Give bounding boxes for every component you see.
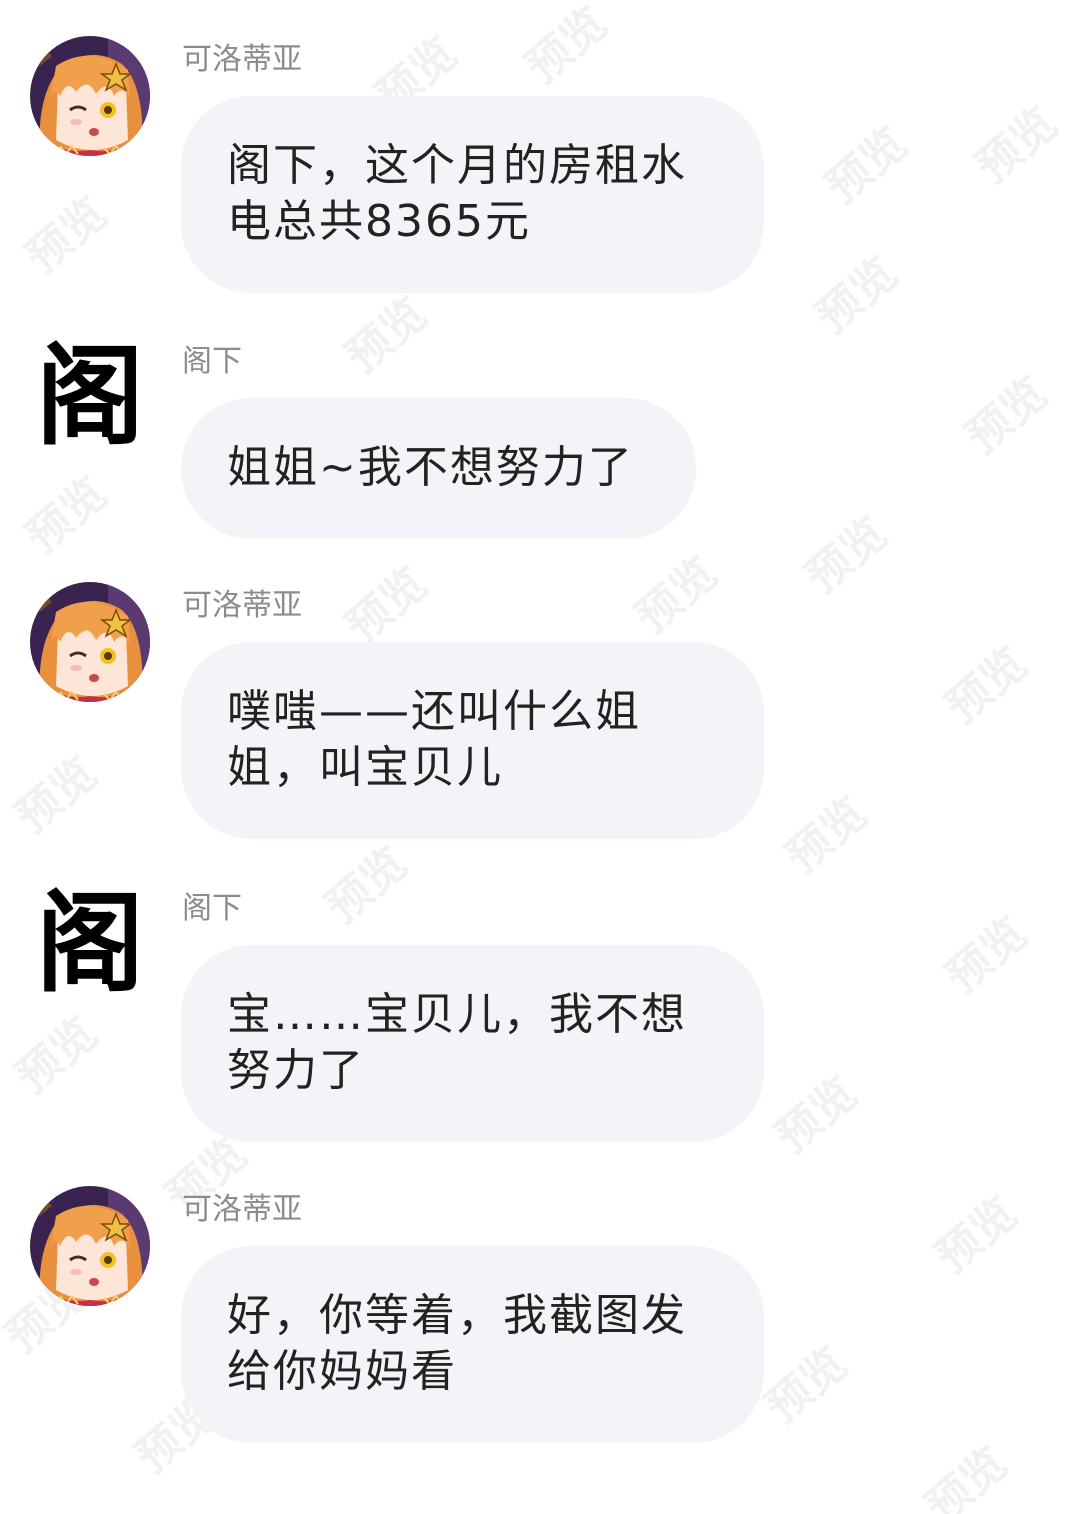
watermark-text: 预览: [956, 367, 1057, 464]
message-bubble[interactable]: 宝……宝贝儿，我不想 努力了: [181, 945, 764, 1142]
watermark-text: 预览: [966, 97, 1067, 194]
watermark-text: 预览: [936, 907, 1037, 1004]
watermark-text: 预览: [806, 247, 907, 344]
watermark-text: 预览: [926, 1187, 1027, 1284]
watermark-text: 预览: [316, 837, 417, 934]
watermark-text: 预览: [336, 557, 437, 654]
sender-name: 阁下: [182, 891, 242, 926]
watermark-text: 预览: [6, 1007, 107, 1104]
avatar[interactable]: 阁: [30, 338, 150, 458]
avatar[interactable]: [30, 582, 150, 702]
message-bubble[interactable]: 姐姐~我不想努力了: [181, 398, 696, 539]
sender-name: 可洛蒂亚: [182, 42, 302, 77]
watermark-text: 预览: [796, 507, 897, 604]
watermark-text: 预览: [516, 0, 617, 94]
anime-girl-avatar-icon: [30, 1186, 150, 1306]
avatar[interactable]: [30, 36, 150, 156]
watermark-text: 预览: [776, 787, 877, 884]
watermark-text: 预览: [756, 1337, 857, 1434]
avatar[interactable]: 阁: [30, 885, 150, 1005]
message-bubble[interactable]: 噗嗤——还叫什么姐 姐，叫宝贝儿: [181, 642, 764, 839]
watermark-text: 预览: [626, 547, 727, 644]
watermark-text: 预览: [936, 637, 1037, 734]
avatar[interactable]: [30, 1186, 150, 1306]
watermark-text: 预览: [916, 1437, 1017, 1514]
watermark-text: 预览: [766, 1067, 867, 1164]
anime-girl-avatar-icon: [30, 36, 150, 156]
watermark-text: 预览: [16, 467, 117, 564]
anime-girl-avatar-icon: [30, 582, 150, 702]
watermark-text: 预览: [6, 747, 107, 844]
message-bubble[interactable]: 阁下，这个月的房租水 电总共8365元: [181, 96, 764, 293]
chat-conversation: 预览 预览 预览 预览 预览 预览 预览 预览 预览 预览 预览 预览 预览 预…: [0, 0, 1080, 1514]
sender-name: 可洛蒂亚: [182, 1192, 302, 1227]
message-bubble[interactable]: 好，你等着，我截图发 给你妈妈看: [181, 1246, 764, 1443]
sender-name: 阁下: [182, 344, 242, 379]
watermark-text: 预览: [16, 187, 117, 284]
sender-name: 可洛蒂亚: [182, 588, 302, 623]
watermark-text: 预览: [816, 117, 917, 214]
watermark-text: 预览: [336, 287, 437, 384]
